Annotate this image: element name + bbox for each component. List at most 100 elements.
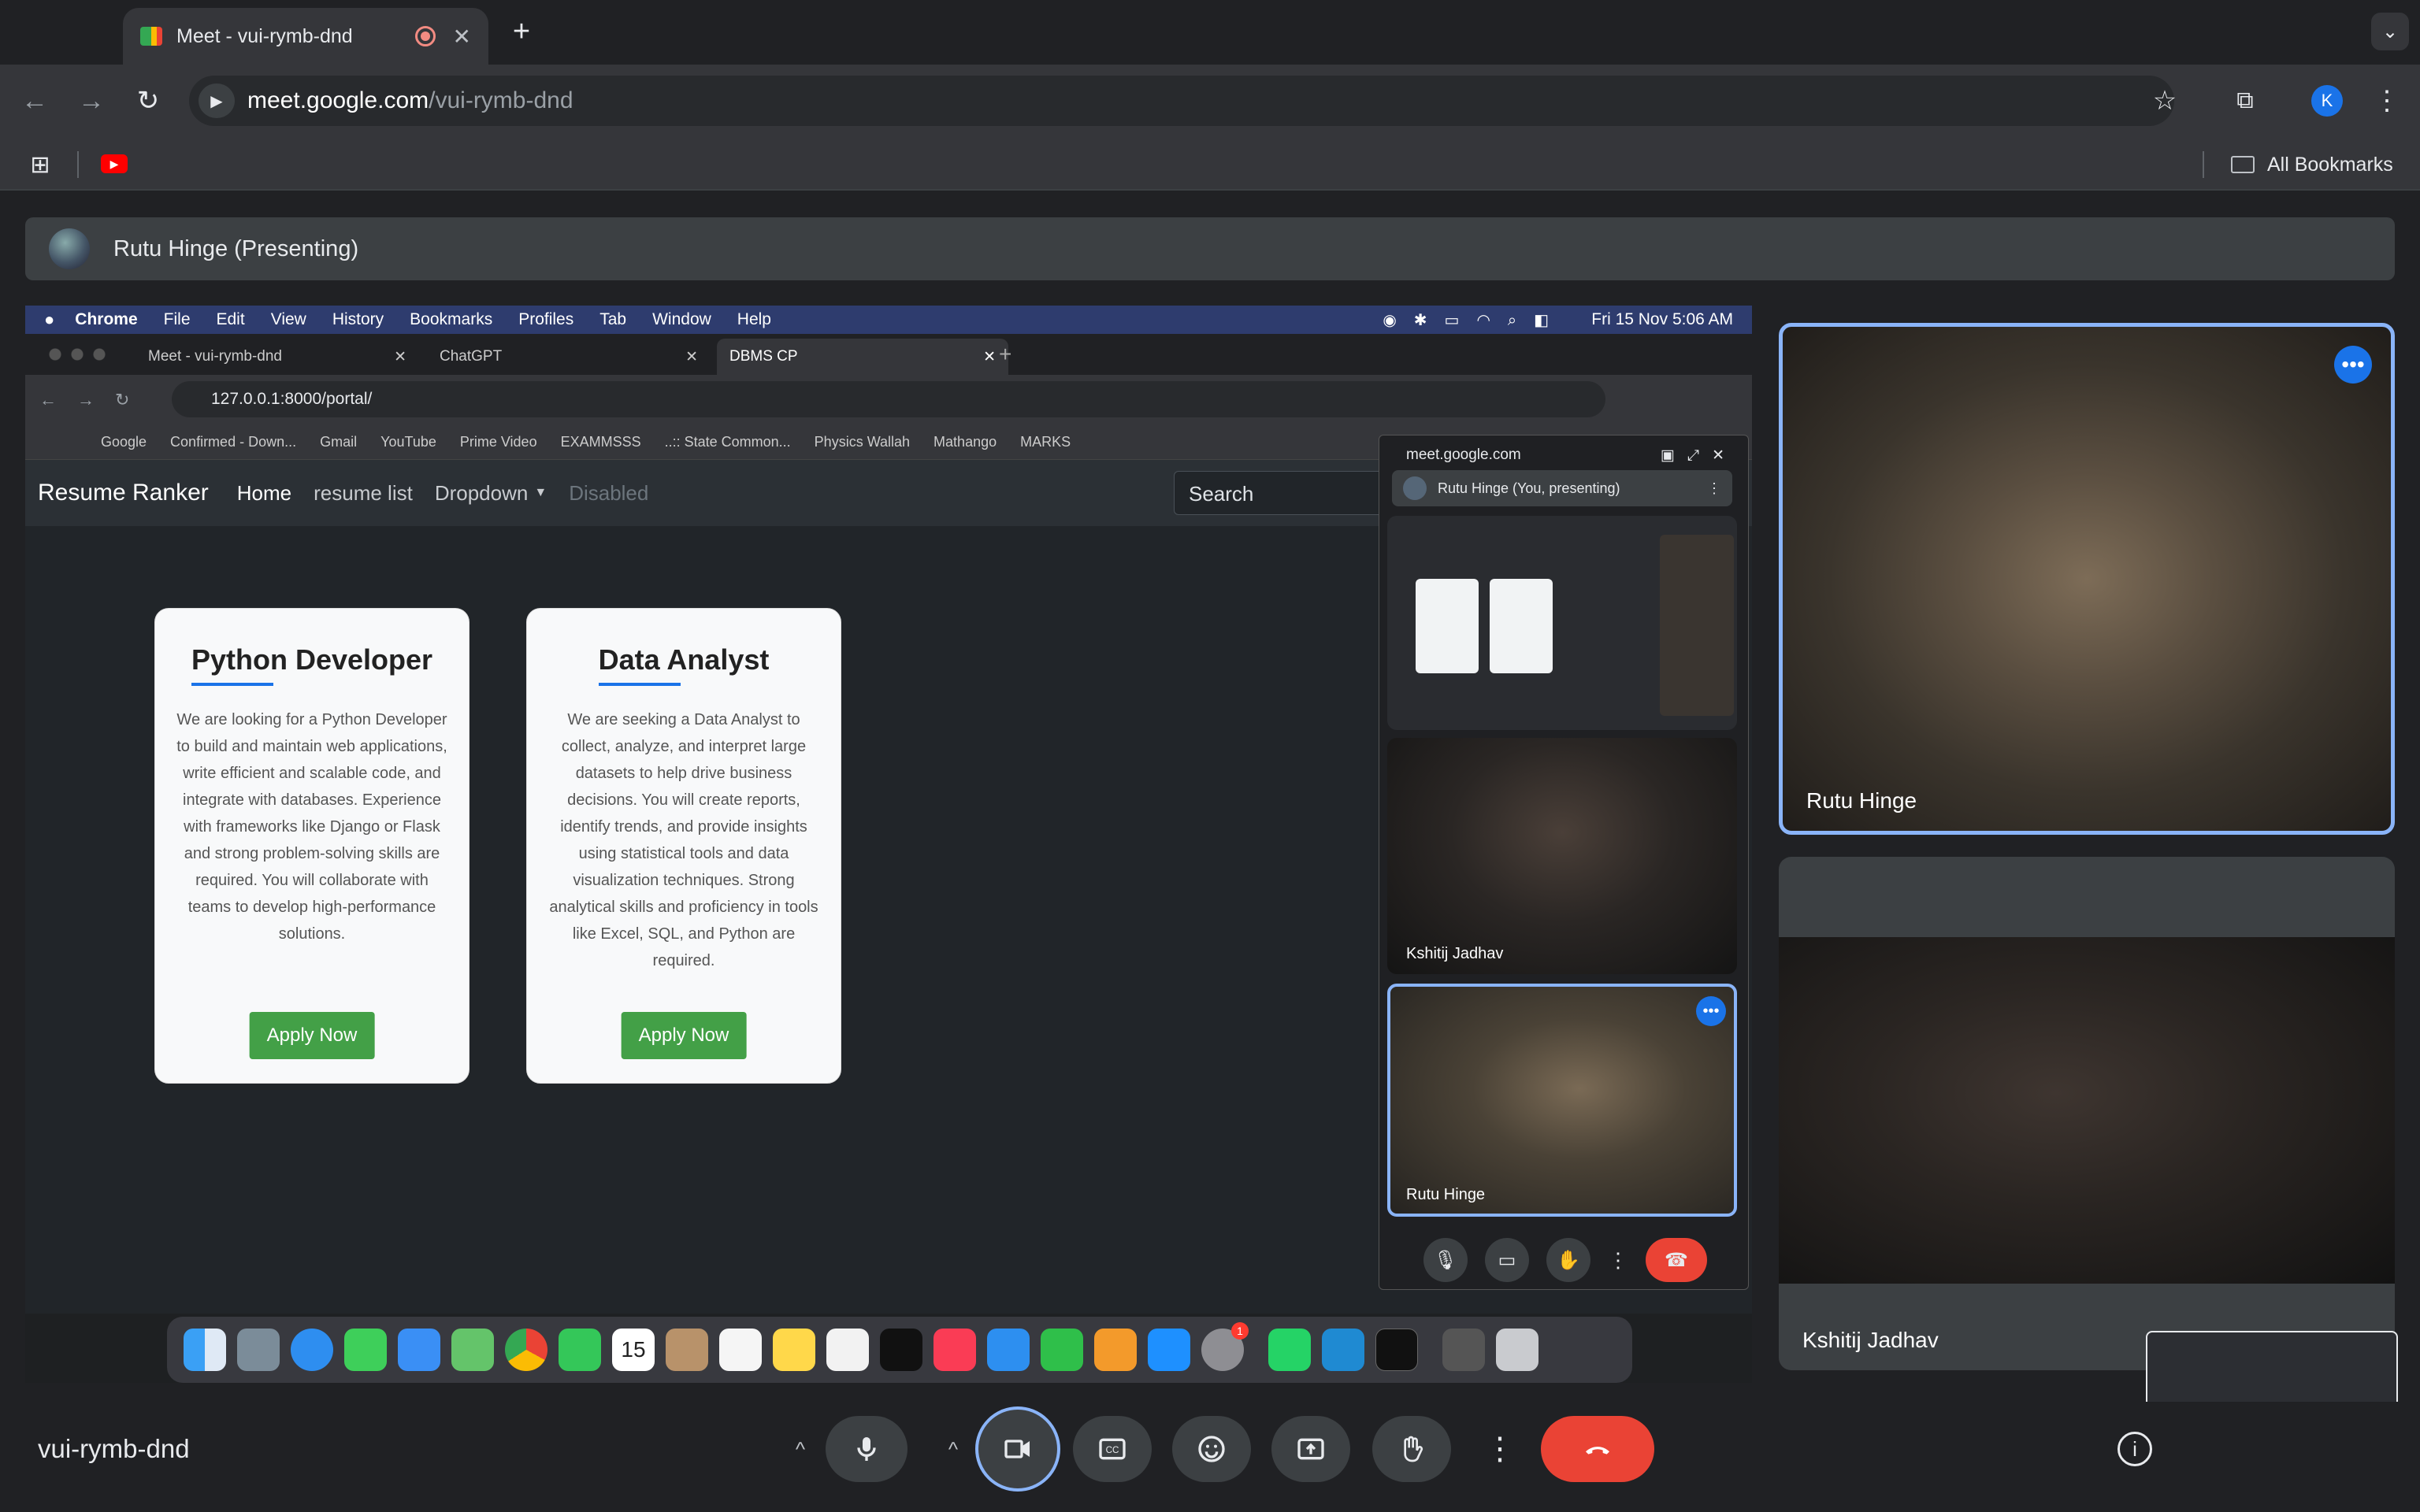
participant-tile-kshitij[interactable]: Kshitij Jadhav xyxy=(1779,857,2395,1370)
messages-icon xyxy=(344,1329,387,1371)
mic-icon xyxy=(857,1437,876,1461)
terminal-icon xyxy=(1375,1329,1418,1371)
mac-menu-history: History xyxy=(332,310,384,328)
pip-more-options-icon: ••• xyxy=(1696,996,1726,1026)
camera-button[interactable] xyxy=(975,1406,1060,1492)
tab-title: Meet - vui-rymb-dnd xyxy=(176,24,353,47)
pip-preview-side xyxy=(1660,535,1734,716)
raise-hand-icon xyxy=(1404,1436,1423,1462)
pip-avatar xyxy=(1403,476,1427,500)
inner-bookmark-prime: Prime Video xyxy=(459,434,537,450)
address-bar[interactable]: ▶ meet.google.com/vui-rymb-dnd xyxy=(189,76,2174,126)
camera-icon xyxy=(1004,1440,1030,1458)
mic-button[interactable] xyxy=(826,1416,908,1482)
reminders-icon xyxy=(719,1329,762,1371)
extensions-icon[interactable]: ⧉ xyxy=(2226,82,2264,120)
profile-avatar[interactable]: K xyxy=(2311,85,2343,117)
pip-more-icon: ⋮ xyxy=(1707,480,1721,496)
inner-new-tab-icon: + xyxy=(999,342,1012,366)
browser-tab-meet[interactable]: Meet - vui-rymb-dnd ✕ xyxy=(123,8,488,65)
back-icon[interactable]: ← xyxy=(16,82,54,120)
site-nav-home: Home xyxy=(236,480,292,505)
job-title-python: Python Developer xyxy=(191,643,433,686)
mac-menubar: ● Chrome File Edit View History Bookmark… xyxy=(25,306,1752,334)
presenter-avatar xyxy=(49,228,90,269)
site-brand: Resume Ranker xyxy=(38,480,209,506)
bookmark-star-icon[interactable]: ☆ xyxy=(2146,82,2184,120)
reload-icon[interactable]: ↻ xyxy=(129,82,167,120)
browser-menu-icon[interactable]: ⋮ xyxy=(2371,82,2403,120)
bookmarks-bar xyxy=(0,137,2420,191)
keynote-icon xyxy=(987,1329,1030,1371)
inner-bookmark-pw: Physics Wallah xyxy=(814,434,911,450)
folder-icon xyxy=(2231,156,2255,173)
facetime-icon xyxy=(559,1329,601,1371)
forward-icon[interactable]: → xyxy=(72,82,110,120)
url-domain: meet.google.com xyxy=(247,87,429,113)
inner-bookmark-google: Google xyxy=(101,434,147,450)
meet-favicon-icon xyxy=(140,27,162,46)
mac-menu-profiles: Profiles xyxy=(518,310,574,328)
captions-button[interactable]: CC xyxy=(1073,1416,1152,1482)
inner-bookmark-exams: EXAMMSSS xyxy=(560,434,641,450)
pip-domain: meet.google.com xyxy=(1406,447,1521,463)
mac-dock: 15 1 xyxy=(167,1317,1632,1383)
participant-tile-rutu[interactable]: ••• Rutu Hinge xyxy=(1779,323,2395,835)
pip-tile-kshitij-name: Kshitij Jadhav xyxy=(1406,945,1504,962)
audio-options-chevron-icon[interactable]: ^ xyxy=(777,1424,824,1474)
trash-icon xyxy=(1496,1329,1538,1371)
job-desc-data-analyst: We are seeking a Data Analyst to collect… xyxy=(549,711,818,969)
downloads-icon xyxy=(1442,1329,1485,1371)
apps-grid-icon[interactable]: ⊞ xyxy=(27,151,54,178)
emoji-icon xyxy=(1198,1436,1225,1462)
more-options-icon[interactable]: ⋮ xyxy=(1481,1422,1519,1476)
presenter-label: Rutu Hinge (Presenting) xyxy=(113,235,359,261)
mail-icon xyxy=(398,1329,440,1371)
meeting-code: vui-rymb-dnd xyxy=(38,1434,190,1463)
pip-presenting-label: Rutu Hinge (You, presenting) xyxy=(1438,480,1620,496)
pip-window-icons: ▣⤢✕ xyxy=(1660,447,1737,464)
youtube-icon[interactable]: ▶ xyxy=(101,154,128,173)
tile-more-options-button[interactable]: ••• xyxy=(2334,346,2372,384)
tile-name-rutu: Rutu Hinge xyxy=(1806,788,1917,813)
all-bookmarks-button[interactable]: All Bookmarks xyxy=(2231,150,2393,180)
present-screen-button[interactable] xyxy=(1271,1416,1350,1482)
leave-call-button[interactable] xyxy=(1541,1416,1654,1482)
pip-header: meet.google.com ▣⤢✕ xyxy=(1390,443,1737,467)
pip-meet-window: meet.google.com ▣⤢✕ Rutu Hinge (You, pre… xyxy=(1379,435,1749,1290)
pip-preview-card-1 xyxy=(1416,579,1479,673)
settings-icon: 1 xyxy=(1201,1322,1249,1371)
meeting-info-icon[interactable]: i xyxy=(2118,1432,2152,1466)
maps-icon xyxy=(451,1329,494,1371)
numbers-icon xyxy=(1041,1329,1083,1371)
tab-search-chevron-icon[interactable]: ⌄ xyxy=(2371,13,2409,50)
vscode-icon xyxy=(1322,1329,1364,1371)
inner-nav-icons: ←→↻ xyxy=(39,390,150,410)
inner-tab-chatgpt-label: ChatGPT xyxy=(440,348,503,365)
close-tab-icon[interactable]: ✕ xyxy=(453,24,471,50)
finder-icon xyxy=(184,1329,226,1371)
all-bookmarks-label: All Bookmarks xyxy=(2267,153,2393,176)
pip-tile-rutu-name: Rutu Hinge xyxy=(1406,1186,1486,1203)
window-dots xyxy=(49,348,112,361)
video-options-chevron-icon[interactable]: ^ xyxy=(930,1424,977,1474)
url-path: /vui-rymb-dnd xyxy=(429,87,573,113)
new-tab-icon[interactable]: + xyxy=(504,14,539,49)
mac-menu-view: View xyxy=(270,310,306,328)
job-card-python: Python Developer We are looking for a Py… xyxy=(154,608,470,1084)
svg-text:CC: CC xyxy=(1106,1445,1119,1455)
mac-menu-chrome: Chrome xyxy=(75,310,138,328)
inner-tab-close-icon: ✕ xyxy=(394,348,406,365)
job-card-data-analyst: Data Analyst We are seeking a Data Analy… xyxy=(526,608,841,1084)
inner-bookmark-confirmed: Confirmed - Down... xyxy=(170,434,297,450)
appstore-icon xyxy=(1148,1329,1190,1371)
pip-mic-icon: 🎙 xyxy=(1423,1238,1468,1282)
reactions-button[interactable] xyxy=(1172,1416,1251,1482)
mac-menu-window: Window xyxy=(652,310,711,328)
presenter-bar: Rutu Hinge (Presenting) xyxy=(25,217,2395,280)
raise-hand-button[interactable] xyxy=(1372,1416,1451,1482)
inner-bookmark-gmail: Gmail xyxy=(320,434,358,450)
inner-toolbar: ←→↻ 127.0.0.1:8000/portal/ xyxy=(25,375,1752,425)
inner-tab-dbms: DBMS CP ✕ xyxy=(717,339,1008,375)
contacts-icon xyxy=(666,1329,708,1371)
